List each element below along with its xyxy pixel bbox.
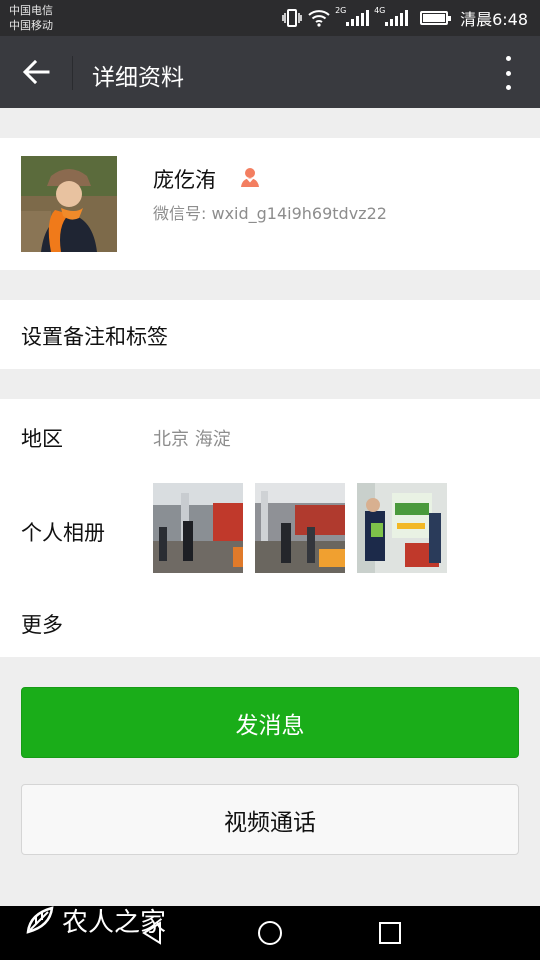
title-divider (72, 56, 73, 90)
profile-card: 庞仡洧 微信号: wxid_g14i9h69tdvz22 (0, 138, 540, 270)
page-title: 详细资料 (92, 65, 184, 91)
carrier-labels: 中国电信 中国移动 (9, 3, 53, 33)
battery-icon (420, 11, 452, 25)
network-2-label: 4G (374, 6, 386, 15)
album-photo-2[interactable] (255, 483, 345, 573)
wifi-icon (308, 10, 330, 27)
region-label: 地区 (21, 427, 63, 451)
clock: 清晨6:48 (460, 10, 528, 29)
send-message-button[interactable]: 发消息 (21, 687, 519, 758)
female-icon (241, 168, 259, 187)
nav-home-icon[interactable] (258, 921, 282, 945)
region-value: 北京 海淀 (153, 429, 231, 450)
title-bar: 详细资料 (0, 36, 540, 108)
signal-4g-icon: 4G (374, 6, 409, 26)
more-label: 更多 (21, 613, 63, 637)
video-call-button[interactable]: 视频通话 (21, 784, 519, 855)
more-options-button[interactable] (504, 56, 512, 90)
album-photo-1[interactable] (153, 483, 243, 573)
arrow-left-icon (22, 59, 50, 85)
back-button[interactable] (18, 54, 54, 90)
avatar-photo (21, 156, 117, 252)
signal-2g-icon: 2G (335, 6, 370, 26)
more-vertical-icon (505, 56, 511, 61)
carrier-1: 中国电信 (9, 4, 53, 17)
album-label: 个人相册 (21, 521, 105, 545)
status-icons: 2G 4G 清晨6:48 (282, 6, 528, 30)
set-remark-label: 设置备注和标签 (21, 325, 168, 349)
contact-name: 庞仡洧 (153, 168, 216, 192)
set-remark-row[interactable]: 设置备注和标签 (0, 300, 540, 369)
info-card: 地区 北京 海淀 个人相册 更多 (0, 399, 540, 657)
nav-recent-icon[interactable] (379, 922, 401, 944)
watermark-text: 农人之家 (62, 907, 167, 938)
carrier-2: 中国移动 (9, 19, 53, 32)
leaf-logo-icon (26, 906, 54, 934)
album-photo-3[interactable] (357, 483, 447, 573)
status-bar: 中国电信 中国移动 2G 4G 清晨6:48 (0, 0, 540, 36)
network-1-label: 2G (335, 6, 347, 15)
vibrate-icon (282, 9, 302, 27)
wechat-id: 微信号: wxid_g14i9h69tdvz22 (153, 204, 387, 223)
watermark: 农人之家 (22, 900, 166, 940)
avatar[interactable] (21, 156, 117, 252)
